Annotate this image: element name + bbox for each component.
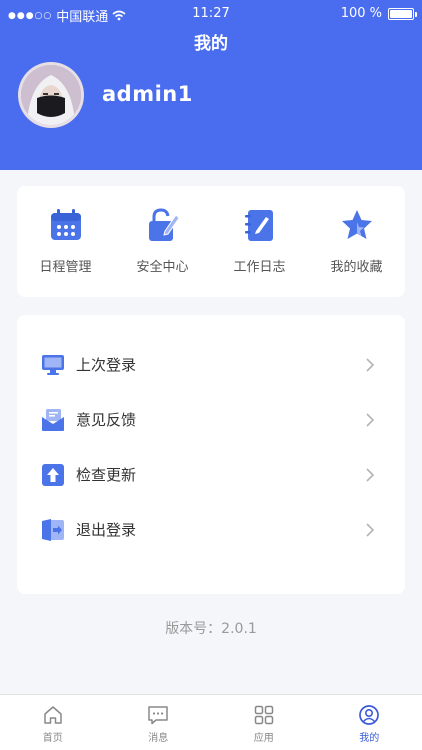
- user-circle-icon: [359, 705, 380, 725]
- quick-item-label: 安全中心: [136, 260, 189, 275]
- menu-item-label: 上次登录: [76, 356, 137, 374]
- menu-card: 上次登录 意见反馈 检查更新 退出登录: [17, 315, 405, 594]
- menu-item-label: 退出登录: [76, 521, 137, 539]
- chevron-right-icon: [366, 522, 375, 537]
- tab-label: 应用: [253, 733, 274, 744]
- menu-item-label: 检查更新: [76, 466, 137, 484]
- tab-apps[interactable]: 应用: [211, 695, 317, 750]
- tab-label: 首页: [42, 733, 63, 744]
- quick-item-schedule[interactable]: 日程管理: [17, 186, 114, 297]
- home-icon: [44, 706, 62, 724]
- quick-item-label: 我的收藏: [330, 260, 383, 275]
- avatar[interactable]: [18, 62, 84, 128]
- tab-label: 我的: [359, 733, 380, 744]
- notebook-icon: [244, 210, 273, 241]
- page-title: 我的: [194, 34, 228, 54]
- tab-home[interactable]: 首页: [0, 695, 106, 750]
- battery-icon: [388, 7, 417, 20]
- chevron-right-icon: [366, 467, 375, 482]
- battery-percent: 100 %: [340, 6, 382, 21]
- quick-item-worklog[interactable]: 工作日志: [211, 186, 308, 297]
- menu-item-logout[interactable]: 退出登录: [17, 502, 405, 557]
- quick-item-favorites[interactable]: 我的收藏: [308, 186, 405, 297]
- calendar-icon: [50, 209, 81, 240]
- tab-profile[interactable]: 我的: [317, 695, 422, 750]
- avatar-image: [21, 65, 81, 125]
- tab-label: 消息: [148, 733, 169, 744]
- message-icon: [148, 706, 168, 725]
- chevron-right-icon: [366, 357, 375, 372]
- tab-bar: 首页 消息 应用 我的: [0, 694, 422, 750]
- quick-item-label: 工作日志: [233, 260, 286, 275]
- quick-actions-card: 日程管理 安全中心 工作日志 我的收藏: [17, 186, 405, 297]
- menu-item-last-login[interactable]: 上次登录: [17, 337, 405, 392]
- profile-header: ●●●○○ 中国联通 11:27 100 % 我的 admin1: [0, 0, 422, 170]
- menu-item-feedback[interactable]: 意见反馈: [17, 392, 405, 447]
- status-bar: ●●●○○ 中国联通 11:27 100 %: [0, 0, 422, 28]
- menu-item-label: 意见反馈: [76, 411, 137, 429]
- menu-item-check-update[interactable]: 检查更新: [17, 447, 405, 502]
- username: admin1: [102, 82, 193, 106]
- security-lock-icon: [148, 208, 180, 241]
- logout-door-icon: [42, 518, 64, 541]
- chevron-right-icon: [366, 412, 375, 427]
- star-icon: [341, 210, 372, 239]
- version-label: 版本号：2.0.1: [165, 621, 257, 637]
- monitor-icon: [42, 354, 64, 375]
- tab-messages[interactable]: 消息: [106, 695, 212, 750]
- quick-item-label: 日程管理: [39, 260, 92, 275]
- mail-icon: [42, 408, 64, 431]
- upload-arrow-icon: [42, 463, 64, 486]
- grid-icon: [254, 705, 273, 725]
- quick-item-security[interactable]: 安全中心: [114, 186, 211, 297]
